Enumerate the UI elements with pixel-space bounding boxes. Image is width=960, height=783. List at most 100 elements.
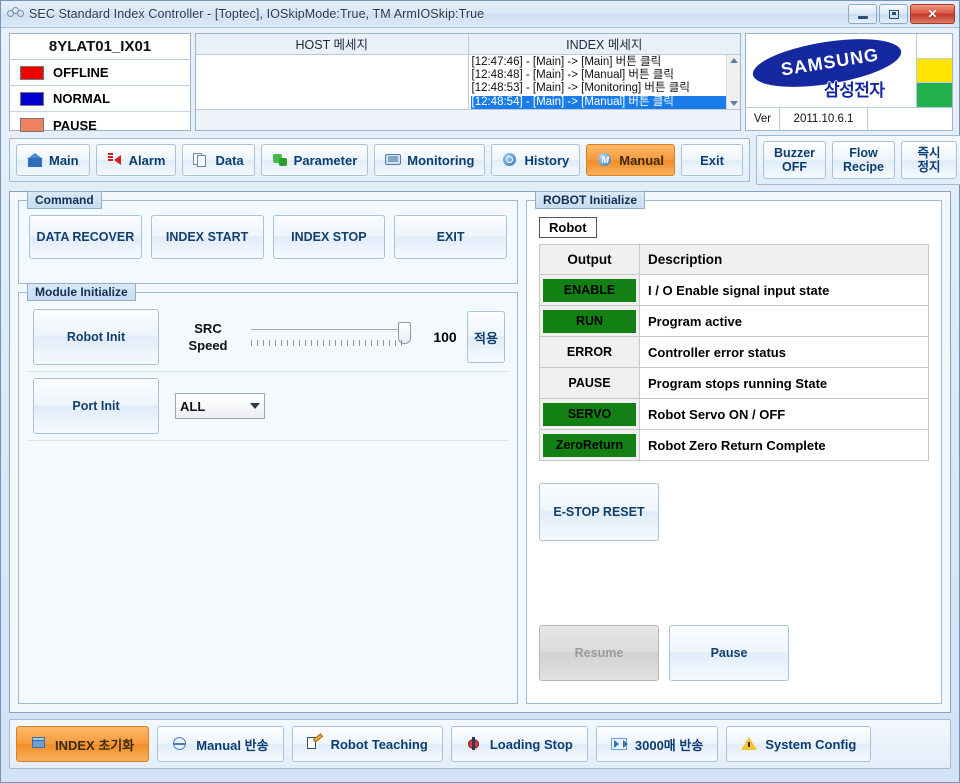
robot-init-row: Robot Init SRC Speed 100 적용 [27, 303, 509, 372]
normal-lamp-icon [20, 91, 44, 106]
tab-main[interactable]: Main [16, 144, 90, 176]
bug-icon [466, 736, 482, 752]
host-message-header: HOST 메세지 [196, 34, 469, 55]
flow-line1: Flow [849, 146, 878, 160]
status-badge: SERVO [543, 402, 636, 426]
buzzer-line2: OFF [782, 160, 808, 174]
description-cell: Controller error status [639, 336, 929, 368]
manual-transfer-button[interactable]: Manual 반송 [157, 726, 284, 762]
list-item-selected[interactable]: [12:48:54] - [Main] -> [Manual] 버튼 클릭 [470, 95, 740, 110]
robot-output-table: Output Description ENABLE I / O Enable s… [539, 244, 929, 461]
tab-exit-label: Exit [700, 152, 724, 168]
index-init-button[interactable]: INDEX 초기화 [16, 726, 150, 762]
nav-button-group: Main Alarm Data Parameter Monitoring His… [9, 138, 751, 182]
message-bodies: [12:47:46] - [Main] -> [Main] 버튼 클릭 [12:… [196, 54, 741, 110]
pause-button[interactable]: Pause [669, 625, 789, 681]
exit-button[interactable]: EXIT [394, 215, 507, 259]
tab-manual-label: Manual [619, 152, 665, 168]
version-spacer [868, 108, 952, 130]
system-config-button[interactable]: System Config [726, 726, 872, 762]
robot-initialize-title: ROBOT Initialize [535, 191, 646, 209]
tab-data[interactable]: Data [182, 144, 255, 176]
description-cell: Robot Servo ON / OFF [639, 398, 929, 430]
maximize-icon [888, 9, 899, 19]
output-cell-zeroreturn: ZeroReturn [539, 429, 640, 461]
scroll-up-icon[interactable] [729, 57, 738, 63]
close-icon: ✕ [927, 7, 938, 21]
index-message-list[interactable]: [12:47:46] - [Main] -> [Main] 버튼 클릭 [12:… [468, 54, 741, 110]
output-cell-run: RUN [539, 305, 640, 337]
equipment-status-panel: 8YLAT01_IX01 OFFLINE NORMAL PAUSE [9, 33, 191, 133]
brand-panel: SAMSUNG 삼성전자 Ver 2011.10.6.1 [745, 33, 953, 131]
buzzer-line1: Buzzer [774, 146, 816, 160]
utility-button-group: Buzzer OFF Flow Recipe 즉시 정지 [756, 135, 960, 185]
host-message-list[interactable] [196, 54, 469, 110]
status-label-offline: OFFLINE [53, 65, 109, 80]
tab-parameter-label: Parameter [293, 152, 358, 168]
index-init-label: INDEX 초기화 [55, 737, 135, 753]
tab-main-label: Main [49, 152, 79, 168]
window-title: SEC Standard Index Controller - [Toptec]… [29, 7, 485, 21]
tab-manual[interactable]: M Manual [586, 144, 676, 176]
footer-spacer [879, 726, 944, 762]
message-footer-strip [196, 109, 740, 130]
teaching-icon [306, 733, 323, 752]
scroll-down-icon[interactable] [729, 101, 738, 107]
version-label: Ver [746, 108, 780, 130]
src-speed-slider[interactable] [247, 320, 417, 354]
history-icon [502, 152, 518, 168]
flow-line2: Recipe [843, 160, 885, 174]
tab-history[interactable]: History [491, 144, 581, 176]
list-item[interactable]: [12:47:46] - [Main] -> [Main] 버튼 클릭 [471, 56, 741, 69]
close-button[interactable]: ✕ [910, 4, 955, 24]
maximize-button[interactable] [879, 4, 908, 24]
data-recover-button[interactable]: DATA RECOVER [29, 215, 142, 259]
bulk-transfer-button[interactable]: 3000매 반송 [595, 726, 719, 762]
apply-button[interactable]: 적용 [467, 311, 505, 363]
table-row: RUN Program active [539, 305, 929, 337]
src-speed-label: SRC Speed [175, 320, 241, 354]
estop-reset-button[interactable]: E-STOP RESET [539, 483, 659, 541]
emergency-stop-button[interactable]: 즉시 정지 [901, 141, 958, 179]
index-message-scrollbar[interactable] [726, 54, 740, 110]
flow-recipe-button[interactable]: Flow Recipe [832, 141, 896, 179]
robot-teaching-button[interactable]: Robot Teaching [291, 726, 443, 762]
status-badge: PAUSE [568, 375, 611, 390]
header-area: 8YLAT01_IX01 OFFLINE NORMAL PAUSE HOST 메… [1, 28, 959, 135]
minimize-icon [857, 15, 868, 19]
index-start-button[interactable]: INDEX START [150, 215, 264, 259]
alarm-icon [107, 152, 123, 168]
table-row: ZeroReturn Robot Zero Return Complete [539, 429, 929, 461]
loading-stop-button[interactable]: Loading Stop [450, 726, 588, 762]
src-speed-line2: Speed [188, 338, 228, 353]
index-stop-button[interactable]: INDEX STOP [272, 215, 386, 259]
tab-exit[interactable]: Exit [681, 144, 744, 176]
src-speed-line1: SRC [194, 321, 222, 336]
pause-lamp-icon [20, 118, 44, 132]
status-row-offline: OFFLINE [10, 60, 190, 86]
list-item[interactable]: [12:48:53] - [Main] -> [Monitoring] 버튼 클… [471, 82, 741, 95]
fastforward-icon [610, 736, 628, 752]
list-item[interactable]: [12:48:48] - [Main] -> [Manual] 버튼 클릭 [471, 69, 741, 82]
estop-line1: 즉시 [917, 146, 941, 160]
tab-monitoring[interactable]: Monitoring [374, 144, 486, 176]
minimize-button[interactable] [848, 4, 877, 24]
equipment-id: 8YLAT01_IX01 [10, 34, 190, 60]
robot-init-button[interactable]: Robot Init [33, 309, 159, 365]
status-row-pause: PAUSE [10, 112, 190, 138]
resume-pause-row: Resume Pause [539, 625, 929, 681]
status-row-normal: NORMAL [10, 86, 190, 112]
system-config-label: System Config [765, 736, 857, 752]
lamp-green [917, 83, 952, 108]
slider-track [251, 329, 407, 332]
globe-icon [172, 736, 188, 752]
manual-icon: M [597, 152, 613, 168]
tab-parameter[interactable]: Parameter [260, 144, 369, 176]
tab-alarm[interactable]: Alarm [95, 144, 177, 176]
status-badge: RUN [543, 309, 636, 333]
footer-area: INDEX 초기화 Manual 반송 Robot Teaching Loadi… [1, 713, 959, 769]
lamp-white [917, 34, 952, 59]
buzzer-off-button[interactable]: Buzzer OFF [763, 141, 827, 179]
port-select[interactable]: ALL [175, 393, 265, 419]
port-init-button[interactable]: Port Init [33, 378, 159, 434]
